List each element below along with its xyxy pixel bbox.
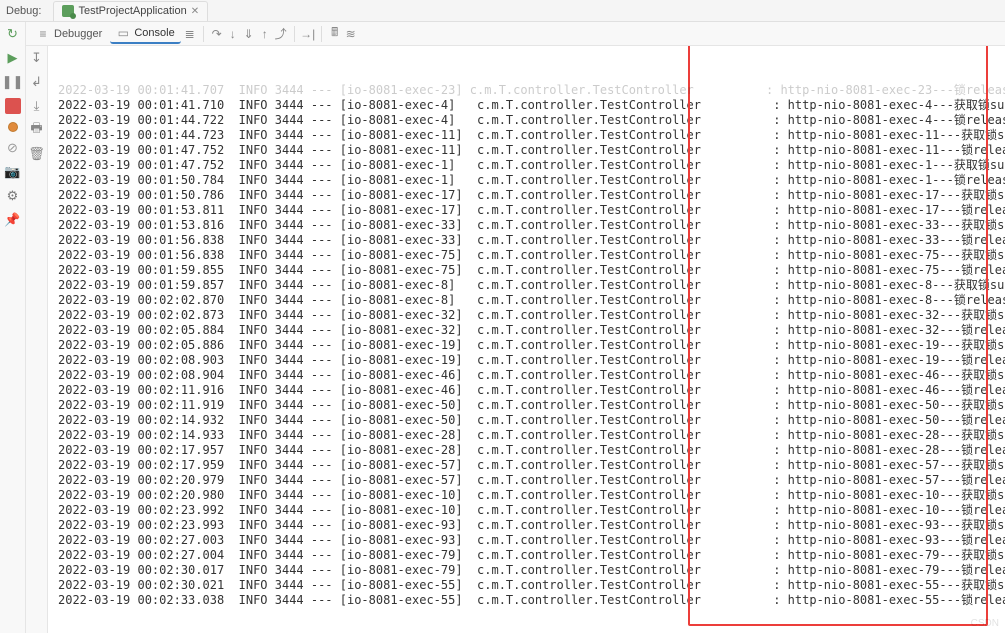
soft-wrap-icon[interactable]: ↲ [29,74,45,90]
separator [203,26,204,42]
pause-icon[interactable]: ❚❚ [5,74,21,90]
close-icon[interactable]: ✕ [191,6,199,17]
view-breakpoints-icon[interactable] [8,122,18,132]
log-line: 2022-03-19 00:01:50.784 INFO 3444 --- [i… [58,173,999,188]
log-line: 2022-03-19 00:01:56.838 INFO 3444 --- [i… [58,248,999,263]
debug-label: Debug: [6,5,41,17]
log-line: 2022-03-19 00:02:30.021 INFO 3444 --- [i… [58,578,999,593]
force-step-into-icon[interactable]: ⇓ [242,27,256,41]
log-line: 2022-03-19 00:02:02.873 INFO 3444 --- [i… [58,308,999,323]
pin-icon[interactable]: 📌 [5,212,21,228]
log-line: 2022-03-19 00:01:53.816 INFO 3444 --- [i… [58,218,999,233]
log-line: 2022-03-19 00:01:41.707 INFO 3444 --- [i… [58,83,999,98]
console-tab[interactable]: ▭ Console [110,24,180,44]
log-line: 2022-03-19 00:02:20.980 INFO 3444 --- [i… [58,488,999,503]
log-line: 2022-03-19 00:01:50.786 INFO 3444 --- [i… [58,188,999,203]
log-line: 2022-03-19 00:01:56.838 INFO 3444 --- [i… [58,233,999,248]
log-line: 2022-03-19 00:01:47.752 INFO 3444 --- [i… [58,143,999,158]
log-line: 2022-03-19 00:02:02.870 INFO 3444 --- [i… [58,293,999,308]
rerun-icon[interactable]: ↻ [5,26,21,42]
camera-icon[interactable]: 📷 [5,164,21,180]
log-line: 2022-03-19 00:01:47.752 INFO 3444 --- [i… [58,158,999,173]
run-to-cursor-icon[interactable]: →| [301,27,315,41]
evaluate-expression-icon[interactable]: 🖩 [328,27,342,41]
log-line: 2022-03-19 00:02:14.932 INFO 3444 --- [i… [58,413,999,428]
console-action-gutter: ↧ ↲ ⤓ 🖶 🗑 [26,46,48,633]
log-line: 2022-03-19 00:02:14.933 INFO 3444 --- [i… [58,428,999,443]
log-line: 2022-03-19 00:02:11.916 INFO 3444 --- [i… [58,383,999,398]
log-line: 2022-03-19 00:01:53.811 INFO 3444 --- [i… [58,203,999,218]
log-line: 2022-03-19 00:02:11.919 INFO 3444 --- [i… [58,398,999,413]
drop-frame-icon[interactable]: ⤴ [274,27,288,41]
debugger-icon: ≡ [36,27,50,41]
spring-boot-icon [62,5,74,17]
step-over-icon[interactable]: ↷ [210,27,224,41]
log-line: 2022-03-19 00:02:17.959 INFO 3444 --- [i… [58,458,999,473]
log-line: 2022-03-19 00:01:59.855 INFO 3444 --- [i… [58,263,999,278]
log-line: 2022-03-19 00:02:20.979 INFO 3444 --- [i… [58,473,999,488]
log-line: 2022-03-19 00:02:27.003 INFO 3444 --- [i… [58,533,999,548]
main-area: ↻ ▶ ❚❚ ⊘ 📷 ⚙ 📌 ≡ Debugger ▭ Console ≣ ↷ … [0,22,1005,633]
print-icon[interactable]: 🖶 [29,122,45,138]
log-line: 2022-03-19 00:02:08.904 INFO 3444 --- [i… [58,368,999,383]
scroll-down-icon[interactable]: ↧ [29,50,45,66]
debug-action-gutter: ↻ ▶ ❚❚ ⊘ 📷 ⚙ 📌 [0,22,26,633]
step-into-icon[interactable]: ↓ [226,27,240,41]
log-line: 2022-03-19 00:01:44.723 INFO 3444 --- [i… [58,128,999,143]
scroll-to-end-icon[interactable]: ⤓ [29,98,45,114]
log-line: 2022-03-19 00:02:05.884 INFO 3444 --- [i… [58,323,999,338]
debugger-tab[interactable]: ≡ Debugger [30,25,108,43]
console-icon: ▭ [116,26,130,40]
debug-toolbar: ≡ Debugger ▭ Console ≣ ↷ ↓ ⇓ ↑ ⤴ →| 🖩 ≋ [26,22,1005,46]
run-config-tab[interactable]: TestProjectApplication ✕ [53,1,208,21]
log-line: 2022-03-19 00:01:59.857 INFO 3444 --- [i… [58,278,999,293]
trace-icon[interactable]: ≋ [344,27,358,41]
mute-breakpoints-icon[interactable]: ⊘ [5,140,21,156]
separator [321,26,322,42]
console-output[interactable]: 2022-03-19 00:01:41.707 INFO 3444 --- [i… [48,46,1005,633]
separator [294,26,295,42]
tab-title: TestProjectApplication [78,5,186,17]
step-out-icon[interactable]: ↑ [258,27,272,41]
resume-icon[interactable]: ▶ [5,50,21,66]
log-line: 2022-03-19 00:02:08.903 INFO 3444 --- [i… [58,353,999,368]
log-line: 2022-03-19 00:02:30.017 INFO 3444 --- [i… [58,563,999,578]
log-line: 2022-03-19 00:02:23.992 INFO 3444 --- [i… [58,503,999,518]
log-line: 2022-03-19 00:02:05.886 INFO 3444 --- [i… [58,338,999,353]
log-line: 2022-03-19 00:01:41.710 INFO 3444 --- [i… [58,98,999,113]
log-line: 2022-03-19 00:02:27.004 INFO 3444 --- [i… [58,548,999,563]
console-wrap: ↧ ↲ ⤓ 🖶 🗑 2022-03-19 00:01:41.707 INFO 3… [26,46,1005,633]
debug-tab-bar: Debug: TestProjectApplication ✕ [0,0,1005,22]
stop-icon[interactable] [5,98,21,114]
threads-icon[interactable]: ≣ [183,27,197,41]
content-column: ≡ Debugger ▭ Console ≣ ↷ ↓ ⇓ ↑ ⤴ →| 🖩 ≋ … [26,22,1005,633]
log-line: 2022-03-19 00:02:23.993 INFO 3444 --- [i… [58,518,999,533]
clear-all-icon[interactable]: 🗑 [29,146,45,162]
log-line: 2022-03-19 00:02:33.038 INFO 3444 --- [i… [58,593,999,608]
log-line: 2022-03-19 00:02:17.957 INFO 3444 --- [i… [58,443,999,458]
log-line: 2022-03-19 00:01:44.722 INFO 3444 --- [i… [58,113,999,128]
settings-icon[interactable]: ⚙ [5,188,21,204]
